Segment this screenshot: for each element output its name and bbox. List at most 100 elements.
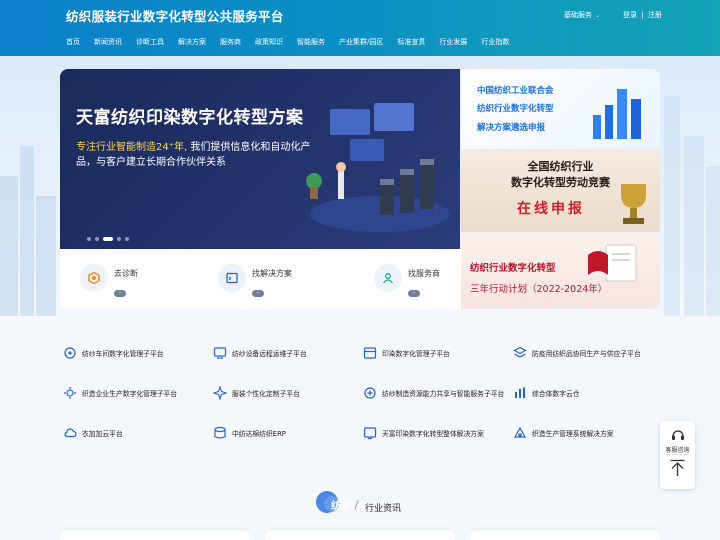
- arrow-right-icon: ›: [252, 290, 264, 297]
- basic-services-label: 基础服务: [564, 11, 592, 19]
- platform-link-workshop[interactable]: 纺纱车间数字化管理子平台: [62, 345, 164, 361]
- document-scroll-icon: [588, 244, 637, 282]
- quick-link-diagnose[interactable]: 去诊断 ›: [80, 264, 138, 298]
- dyeing-icon: [362, 345, 378, 361]
- nav-item-smart-services[interactable]: 智能服务: [297, 37, 325, 47]
- platform-label: 织造生产管理系统解决方案: [532, 430, 614, 438]
- carousel-dots: [87, 237, 133, 241]
- news-card[interactable]: [265, 530, 455, 540]
- skyline-building: [664, 96, 680, 316]
- nav-item-index[interactable]: 行业指数: [481, 37, 509, 47]
- nav-item-development[interactable]: 行业发展: [439, 37, 467, 47]
- promo-line: 纺织行业数字化转型: [477, 104, 554, 114]
- platform-link-supply[interactable]: 防疫用纺织品协同生产与供应子平台: [512, 345, 641, 361]
- nav-item-home[interactable]: 首页: [66, 37, 80, 47]
- site-title[interactable]: 纺织服装行业数字化转型公共服务平台: [66, 6, 284, 25]
- custom-icon: [212, 385, 228, 401]
- diagnose-icon: [80, 264, 108, 292]
- system-icon: [512, 425, 528, 441]
- news-card[interactable]: [470, 530, 660, 540]
- quick-link-solutions[interactable]: 找解决方案 ›: [218, 264, 292, 298]
- chevron-down-icon: ⌄: [595, 12, 601, 19]
- cloud-icon: [62, 425, 78, 441]
- carousel-dot[interactable]: [117, 237, 121, 241]
- auth-links: 登录 | 注册: [622, 10, 663, 20]
- nav-item-news[interactable]: 新闻资讯: [94, 37, 122, 47]
- customer-service-label[interactable]: 客服咨询: [660, 445, 695, 454]
- headset-icon[interactable]: [670, 427, 686, 443]
- login-link[interactable]: 登录: [623, 11, 637, 19]
- skyline-building: [0, 176, 18, 316]
- workshop-icon: [62, 345, 78, 361]
- share-icon: [362, 385, 378, 401]
- arrow-right-icon: ›: [114, 290, 126, 297]
- platform-label: 综合体数字云仓: [532, 390, 580, 398]
- promo-line: 解决方案遴选申报: [477, 123, 546, 133]
- promo-three-year-plan[interactable]: 纺织行业数字化转型 三年行动计划（2022-2024年）: [461, 233, 660, 309]
- register-link[interactable]: 注册: [648, 11, 662, 19]
- server-illustration: [306, 103, 450, 232]
- hero-banner[interactable]: 天富纺织印染数字化转型方案 专注行业智能制造24⁺年, 我们提供信息化和自动化产…: [60, 69, 460, 249]
- promo-line: 全国纺织行业: [527, 160, 594, 173]
- platform-link-cloud[interactable]: 衣加加云平台: [62, 425, 123, 441]
- basic-services-dropdown[interactable]: 基础服务 ⌄: [564, 10, 600, 20]
- platform-link-share[interactable]: 纺纱制造资源能力共享与智能服务子平台: [362, 385, 504, 401]
- platform-label: 中纺达棉纺织ERP: [232, 430, 286, 438]
- platform-link-system[interactable]: 织造生产管理系统解决方案: [512, 425, 614, 441]
- platform-label: 防疫用纺织品协同生产与供应子平台: [532, 350, 641, 358]
- arrow-right-icon: ›: [408, 290, 420, 297]
- back-to-top-icon[interactable]: [669, 459, 686, 477]
- news-card[interactable]: [60, 530, 250, 540]
- promo-labor-competition[interactable]: 全国纺织行业 数字化转型劳动竞赛 在线申报: [461, 150, 660, 232]
- platform-link-custom[interactable]: 服装个性化定制子平台: [212, 385, 300, 401]
- auth-separator: |: [641, 11, 644, 19]
- solution-icon: [218, 264, 246, 292]
- warehouse-icon: [512, 385, 528, 401]
- quick-link-label: 去诊断: [114, 269, 138, 278]
- platform-label: 纺纱车间数字化管理子平台: [82, 350, 164, 358]
- platform-link-warehouse[interactable]: 综合体数字云仓: [512, 385, 580, 401]
- banner-subtitle-highlight: 专注行业智能制造24⁺年,: [76, 142, 188, 153]
- promo-line: 纺织行业数字化转型: [470, 263, 556, 274]
- nav-item-clusters[interactable]: 产业集群/园区: [339, 37, 383, 47]
- platform-link-erp[interactable]: 中纺达棉纺织ERP: [212, 425, 286, 441]
- promo-line: 中国纺织工业联合会: [477, 86, 554, 96]
- skyline-building: [684, 136, 704, 316]
- carousel-dot[interactable]: [125, 237, 129, 241]
- platform-label: 天富印染数字化转型整体解决方案: [382, 430, 484, 438]
- site-header: 纺织服装行业数字化转型公共服务平台 基础服务 ⌄ 登录 | 注册 首页 新闻资讯 …: [0, 0, 720, 56]
- nav-item-policy[interactable]: 政策知识: [255, 37, 283, 47]
- carousel-dot[interactable]: [95, 237, 99, 241]
- quick-link-providers[interactable]: 找服务商 ›: [374, 264, 440, 298]
- platform-label: 印染数字化管理子平台: [382, 350, 450, 358]
- platform-link-solution-doc[interactable]: 天富印染数字化转型整体解决方案: [362, 425, 484, 441]
- quick-link-label: 找服务商: [408, 269, 440, 278]
- solution-doc-icon: [362, 425, 378, 441]
- promo-solution-selection[interactable]: 中国纺织工业联合会 纺织行业数字化转型 解决方案遴选申报: [461, 69, 660, 149]
- skyline-building: [20, 146, 34, 316]
- skyline-building: [36, 196, 56, 316]
- remote-ops-icon: [212, 345, 228, 361]
- main-nav: 首页 新闻资讯 诊断工具 解决方案 服务商 政策知识 智能服务 产业集群/园区 …: [66, 37, 523, 47]
- platform-link-dyeing[interactable]: 印染数字化管理子平台: [362, 345, 450, 361]
- section-title: 行业资讯: [365, 504, 402, 514]
- quick-link-label: 找解决方案: [252, 269, 292, 278]
- banner-subtitle: 专注行业智能制造24⁺年, 我们提供信息化和自动化产品，与客户建立长期合作伙伴关…: [76, 140, 316, 170]
- quick-links: 去诊断 › 找解决方案 › 找服务商 ›: [60, 249, 461, 309]
- provider-icon: [374, 264, 402, 292]
- promo-apply-online: 在线申报: [517, 201, 585, 217]
- carousel-dot[interactable]: [87, 237, 91, 241]
- nav-item-solutions[interactable]: 解决方案: [178, 37, 206, 47]
- nav-item-providers[interactable]: 服务商: [220, 37, 241, 47]
- platform-link-weaving[interactable]: 织造企业生产数字化管理子平台: [62, 385, 177, 401]
- bar-graphic-icon: [593, 89, 641, 139]
- section-badge: 纺织: [331, 501, 351, 512]
- side-toolbar: 客服咨询: [660, 421, 695, 489]
- carousel-dot-active[interactable]: [103, 237, 113, 241]
- platform-label: 纺纱设备远程运维子平台: [232, 350, 307, 358]
- supply-icon: [512, 345, 528, 361]
- nav-item-diagnosis[interactable]: 诊断工具: [136, 37, 164, 47]
- platform-link-remote-ops[interactable]: 纺纱设备远程运维子平台: [212, 345, 307, 361]
- nav-item-standards[interactable]: 标准宣贯: [397, 37, 425, 47]
- weaving-icon: [62, 385, 78, 401]
